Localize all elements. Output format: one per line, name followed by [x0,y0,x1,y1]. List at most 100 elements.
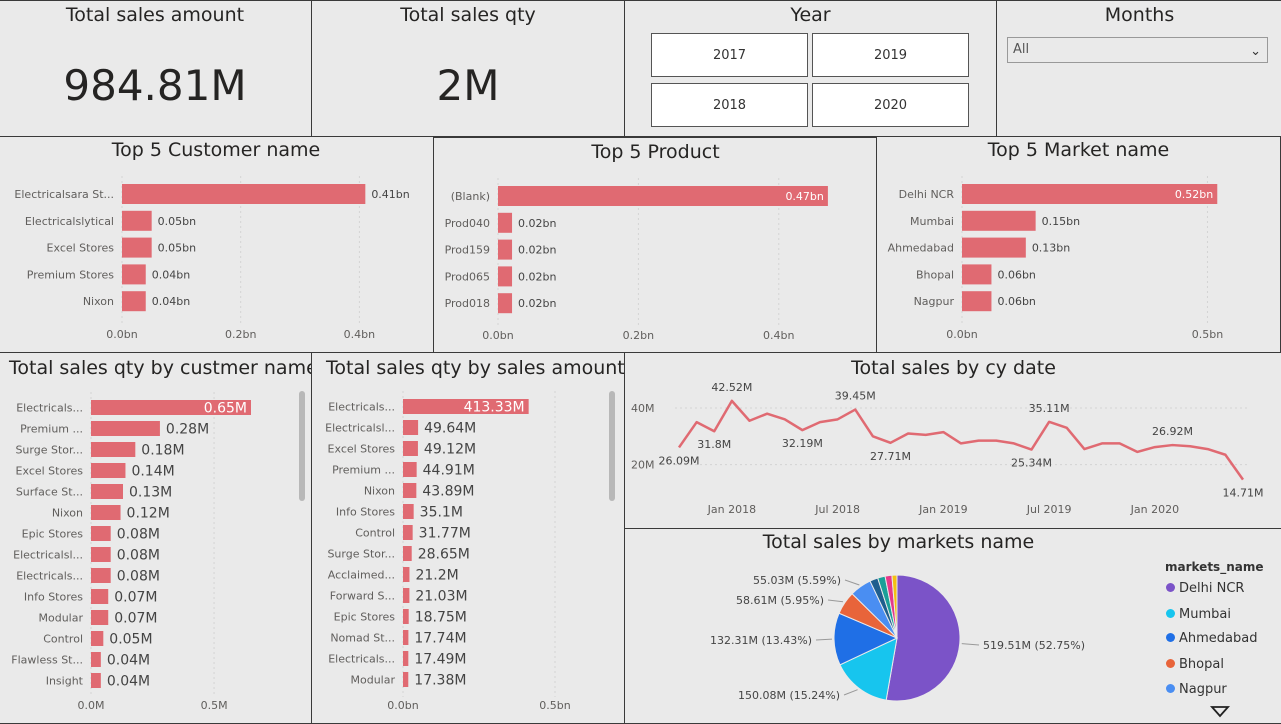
x-tick-label: 0.2bn [623,329,654,342]
category-label: Info Stores [336,506,395,519]
category-label: Info Stores [24,591,83,604]
year-option-2018[interactable]: 2018 [651,83,808,127]
top-markets-panel: Top 5 Market name 0.0bn 0.5bn Delhi NCR 0.5… [876,136,1281,353]
category-label: Excel Stores [328,443,396,456]
year-option-2020[interactable]: 2020 [812,83,969,127]
category-label: Premium Stores [27,268,115,281]
bar [962,264,992,285]
x-tick-label: 0.2bn [225,328,256,341]
category-label: Electricals... [16,570,83,583]
kpi-sales-amount-value: 984.81M [63,61,247,110]
qty-by-customer-panel: Total sales qty by custmer name 0.0M 0.5M… [0,352,312,724]
year-option-2017[interactable]: 2017 [651,33,808,77]
category-label: Electricals... [16,402,83,415]
category-label: Surge Stor... [15,444,83,457]
x-tick-label: 0.0bn [387,699,418,712]
legend-item-delhi-ncr[interactable]: Delhi NCR [1166,581,1244,596]
kpi-sales-qty-title: Total sales qty [400,4,536,26]
top-customers-panel: Top 5 Customer name 0.0bn 0.2bn 0.4bn Elect… [0,136,434,353]
data-label: 27.71M [870,450,911,463]
year-option-2019[interactable]: 2019 [812,33,969,77]
qty-by-amount-scrollbar[interactable] [609,391,615,501]
kpi-sales-amount-title: Total sales amount [65,4,245,26]
y-tick-label: 40M [631,402,655,415]
bar [962,291,992,312]
data-label: 0.52bn [1175,188,1213,201]
data-label: 14.71M [1223,487,1264,500]
x-tick-label: 0.0bn [482,329,513,342]
category-label: Electricals... [328,653,395,666]
category-label: Prod018 [445,297,490,310]
bar [403,483,417,498]
bar [91,589,109,604]
category-label: Epic Stores [22,528,84,541]
top-markets-chart: 0.0bn 0.5bn Delhi NCR 0.52bn Mumbai 0.15bn Ahm… [888,176,1223,341]
bar [498,212,513,233]
category-label: Ahmedabad [888,242,954,255]
pie-data-label: 519.51M (52.75%) [983,639,1085,652]
data-label: 43.89M [422,484,474,500]
data-label: 0.08M [117,548,160,564]
data-label: 0.04bn [152,295,190,308]
pie-leader-line [844,579,860,586]
x-tick-label: Jan 2020 [1130,503,1179,516]
qty-by-amount-chart: 0.0bn 0.5bn Electricals... 413.33M Electrica… [325,391,571,712]
x-tick-label: 0.4bn [763,329,794,342]
data-label: 26.09M [659,454,700,467]
bar [962,210,1036,231]
bar [498,293,513,314]
pie-leader-line [815,638,833,641]
data-label: 0.05bn [158,242,196,255]
data-label: 0.13bn [1032,242,1070,255]
legend-item-mumbai[interactable]: Mumbai [1166,607,1231,622]
data-label: 0.13M [129,485,172,501]
data-label: 32.19M [782,437,823,450]
category-label: Electricalsl... [325,422,395,435]
data-label: 28.65M [418,547,470,563]
category-label: (Blank) [451,190,490,203]
category-label: Premium ... [20,423,83,436]
x-tick-label: 0.0M [78,699,105,712]
bar [91,673,101,688]
pie-data-label: 150.08M (15.24%) [738,689,840,702]
bar [122,237,152,258]
x-tick-label: Jan 2019 [918,503,967,516]
data-label: 42.52M [711,381,752,394]
months-dropdown[interactable]: All ⌄ [1007,37,1268,63]
category-label: Acclaimed... [328,569,395,582]
category-label: Nagpur [914,295,955,308]
category-label: Delhi NCR [899,188,955,201]
legend-item-nagpur[interactable]: Nagpur [1166,682,1227,697]
kpi-sales-qty-value: 2M [436,61,500,110]
months-slicer-title: Months [1104,4,1175,26]
category-label: Prod040 [445,217,490,230]
bar [962,237,1026,258]
data-label: 17.49M [414,652,466,668]
data-label: 35.1M [420,505,463,521]
bar [403,546,412,561]
category-label: Excel Stores [47,242,115,255]
x-tick-label: Jul 2019 [1026,503,1072,516]
bar [91,547,111,562]
bar [122,184,366,204]
legend-swatch [1166,609,1175,618]
data-label: 25.34M [1011,457,1052,470]
pie-leader-line [843,689,858,696]
bar [91,463,126,478]
category-label: Surface St... [16,486,83,499]
qty-by-customer-scrollbar[interactable] [299,391,305,501]
x-tick-label: 0.4bn [344,328,375,341]
bar [403,504,414,519]
legend-scroll-down-icon[interactable] [1209,705,1231,719]
category-label: Nixon [83,295,114,308]
legend-item-ahmedabad[interactable]: Ahmedabad [1166,631,1257,646]
qty-by-amount-panel: Total sales qty by sales amount 0.0bn 0.5… [311,352,625,724]
legend-swatch [1166,659,1175,668]
category-label: Control [355,527,395,540]
legend-item-bhopal[interactable]: Bhopal [1166,657,1224,672]
pie-leader-line [827,599,844,603]
category-label: Electricalsl... [13,549,83,562]
data-label: 0.08M [117,569,160,585]
data-label: 0.18M [141,443,184,459]
data-label: 0.05M [109,632,152,648]
